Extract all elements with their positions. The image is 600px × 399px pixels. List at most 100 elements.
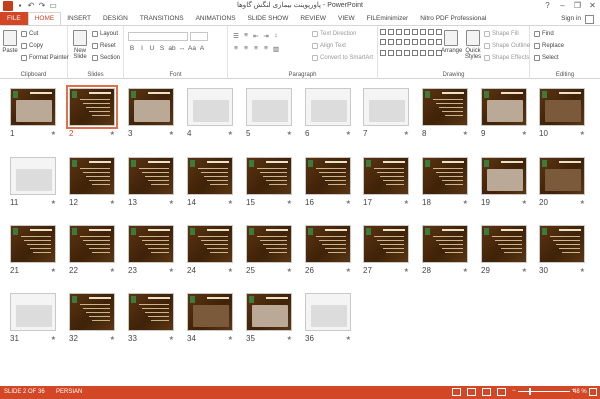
copy-button[interactable]: Copy — [21, 43, 43, 49]
tab-insert[interactable]: INSERT — [61, 12, 97, 26]
bold-icon[interactable]: B — [128, 45, 136, 52]
transition-star-icon[interactable]: ★ — [287, 130, 292, 137]
transition-star-icon[interactable]: ★ — [404, 267, 409, 274]
slide-preview[interactable] — [246, 157, 292, 195]
restore-button[interactable]: ❐ — [570, 0, 585, 12]
slide-thumbnail[interactable]: 25 ★ — [246, 225, 292, 275]
tab-home[interactable]: HOME — [27, 12, 62, 26]
slide-thumbnail[interactable]: 5 ★ — [246, 88, 292, 138]
slide-preview[interactable] — [539, 88, 585, 126]
slide-thumbnail[interactable]: 36 ★ — [305, 293, 351, 343]
shape-icon[interactable] — [420, 29, 426, 35]
slide-thumbnail[interactable]: 18 ★ — [422, 157, 468, 207]
shape-icon[interactable] — [380, 29, 386, 35]
cut-button[interactable]: Cut — [21, 31, 38, 37]
transition-star-icon[interactable]: ★ — [169, 267, 174, 274]
quick-styles-button[interactable]: Quick Styles — [463, 30, 483, 60]
slide-thumbnail[interactable]: 28 ★ — [422, 225, 468, 275]
transition-star-icon[interactable]: ★ — [110, 267, 115, 274]
shape-icon[interactable] — [404, 39, 410, 46]
slide-preview[interactable] — [246, 225, 292, 263]
shape-icon[interactable] — [380, 49, 386, 56]
transition-star-icon[interactable]: ★ — [346, 130, 351, 137]
transition-star-icon[interactable]: ★ — [287, 335, 292, 342]
slide-preview[interactable] — [187, 157, 233, 195]
slide-thumbnail[interactable]: 24 ★ — [187, 225, 233, 275]
increase-indent-icon[interactable]: ⇥ — [262, 32, 270, 40]
layout-button[interactable]: Layout — [92, 31, 118, 37]
slide-preview[interactable] — [128, 88, 174, 126]
slide-preview[interactable] — [363, 88, 409, 126]
shadow-icon[interactable]: S — [158, 45, 166, 52]
font-name-dropdown[interactable] — [128, 32, 188, 41]
slide-preview[interactable] — [305, 225, 351, 263]
transition-star-icon[interactable]: ★ — [228, 199, 233, 206]
slide-preview[interactable] — [305, 157, 351, 195]
tab-nitro-pdf[interactable]: Nitro PDF Professional — [414, 12, 492, 26]
shape-fill-button[interactable]: Shape Fill — [484, 31, 519, 37]
slide-preview[interactable] — [66, 85, 118, 129]
transition-star-icon[interactable]: ★ — [228, 130, 233, 137]
zoom-track[interactable] — [517, 387, 570, 395]
language-indicator[interactable]: PERSIAN — [56, 389, 82, 395]
slide-preview[interactable] — [481, 157, 527, 195]
slide-preview[interactable] — [187, 88, 233, 126]
tab-design[interactable]: DESIGN — [97, 12, 134, 26]
slide-thumbnail[interactable]: 4 ★ — [187, 88, 233, 138]
transition-star-icon[interactable]: ★ — [228, 335, 233, 342]
shape-icon[interactable] — [388, 39, 394, 46]
close-button[interactable]: ✕ — [585, 0, 600, 12]
slide-thumbnail[interactable]: 10 ★ — [539, 88, 585, 138]
slide-thumbnail[interactable]: 32 ★ — [69, 293, 115, 343]
slide-thumbnail[interactable]: 14 ★ — [187, 157, 233, 207]
slide-preview[interactable] — [305, 88, 351, 126]
transition-star-icon[interactable]: ★ — [404, 130, 409, 137]
slide-preview[interactable] — [422, 157, 468, 195]
section-button[interactable]: Section — [92, 55, 120, 61]
zoom-knob[interactable] — [528, 387, 531, 395]
tab-animations[interactable]: ANIMATIONS — [190, 12, 242, 26]
shape-outline-button[interactable]: Shape Outline — [484, 43, 530, 49]
transition-star-icon[interactable]: ★ — [463, 130, 468, 137]
shape-icon[interactable] — [404, 29, 410, 35]
slide-thumbnail[interactable]: 33 ★ — [128, 293, 174, 343]
slide-thumbnail[interactable]: 15 ★ — [246, 157, 292, 207]
shape-icon[interactable] — [420, 49, 426, 56]
transition-star-icon[interactable]: ★ — [404, 199, 409, 206]
slide-thumbnail[interactable]: 30 ★ — [539, 225, 585, 275]
font-color-icon[interactable]: A — [198, 45, 206, 52]
convert-smartart-button[interactable]: Convert to SmartArt — [312, 55, 373, 61]
slide-thumbnail[interactable]: 29 ★ — [481, 225, 527, 275]
slide-preview[interactable] — [128, 293, 174, 331]
slide-preview[interactable] — [539, 225, 585, 263]
slide-thumbnail[interactable]: 8 ★ — [422, 88, 468, 138]
transition-star-icon[interactable]: ★ — [287, 199, 292, 206]
slide-preview[interactable] — [363, 157, 409, 195]
shape-icon[interactable] — [380, 39, 386, 46]
slide-preview[interactable] — [246, 293, 292, 331]
slide-preview[interactable] — [69, 157, 115, 195]
slide-thumbnail[interactable]: 22 ★ — [69, 225, 115, 275]
shape-icon[interactable] — [420, 39, 426, 46]
slide-thumbnail[interactable]: 31 ★ — [10, 293, 56, 343]
transition-star-icon[interactable]: ★ — [169, 130, 174, 137]
slide-thumbnail[interactable]: 34 ★ — [187, 293, 233, 343]
slide-thumbnail[interactable]: 26 ★ — [305, 225, 351, 275]
help-button[interactable]: ? — [540, 0, 555, 12]
shape-icon[interactable] — [412, 39, 418, 46]
slide-thumbnail[interactable]: 19 ★ — [481, 157, 527, 207]
slide-thumbnail[interactable]: 20 ★ — [539, 157, 585, 207]
transition-star-icon[interactable]: ★ — [580, 130, 585, 137]
transition-star-icon[interactable]: ★ — [51, 335, 56, 342]
slide-thumbnail[interactable]: 3 ★ — [128, 88, 174, 138]
shape-icon[interactable] — [428, 29, 434, 35]
transition-star-icon[interactable]: ★ — [51, 267, 56, 274]
shape-icon[interactable] — [388, 49, 394, 56]
transition-star-icon[interactable]: ★ — [287, 267, 292, 274]
replace-button[interactable]: Replace — [534, 43, 564, 49]
slide-thumbnail[interactable]: 2 ★ — [66, 85, 118, 138]
underline-icon[interactable]: U — [148, 45, 156, 52]
shapes-gallery[interactable] — [380, 29, 442, 59]
select-button[interactable]: Select — [534, 55, 559, 61]
align-right-icon[interactable]: ≡ — [252, 45, 260, 53]
